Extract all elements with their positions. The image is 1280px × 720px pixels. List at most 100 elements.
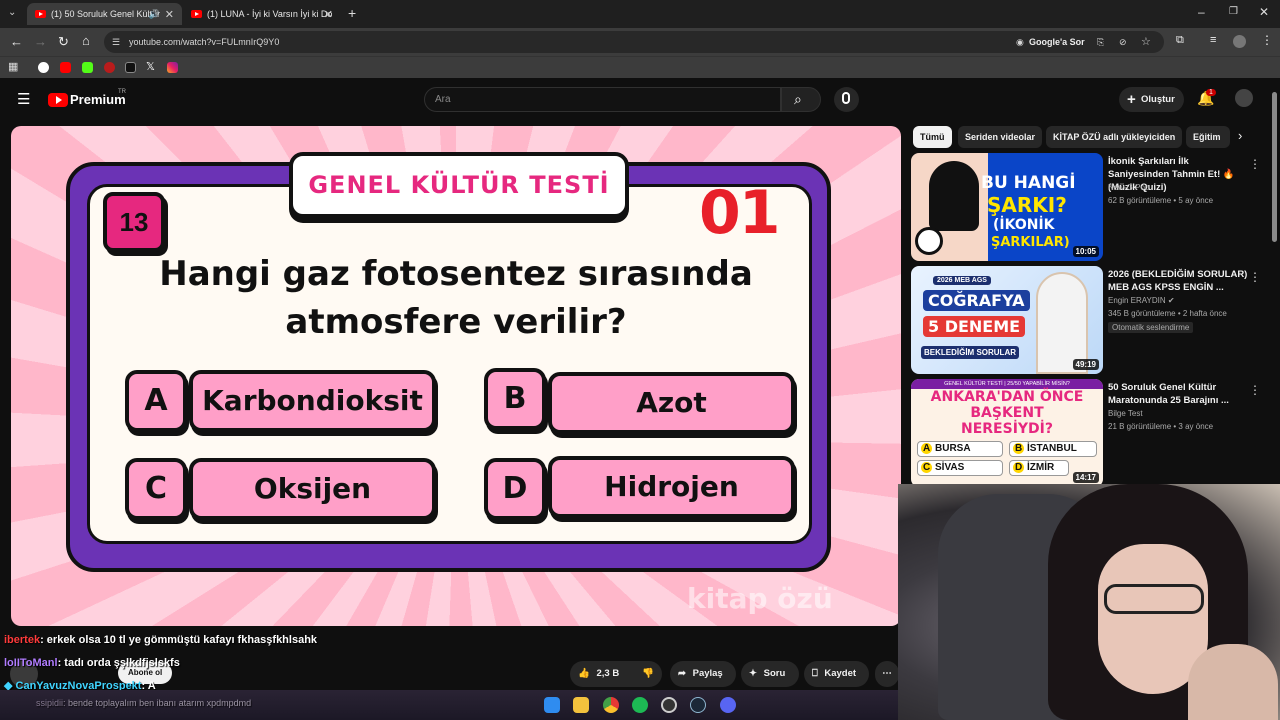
option-d-letter: D xyxy=(484,458,546,520)
recommendation-item[interactable]: GENEL KÜLTÜR TESTİ | 25/50 YAPABİLİR MİS… xyxy=(911,379,1261,487)
stopwatch-icon xyxy=(915,227,943,255)
address-bar-row: ← → ↻ ⌂ ☰ youtube.com/watch?v=FULmnIrQ9Y… xyxy=(0,28,1280,56)
google-bookmark-icon[interactable] xyxy=(38,62,49,73)
thumbnail-person xyxy=(929,161,979,231)
eye-off-icon[interactable]: ⊘ xyxy=(1119,31,1127,53)
site-info-icon[interactable]: ☰ xyxy=(112,31,120,53)
create-button[interactable]: + Oluştur xyxy=(1119,87,1184,112)
close-window-icon[interactable]: ✕ xyxy=(1259,5,1269,19)
url-field[interactable]: ☰ youtube.com/watch?v=FULmnIrQ9Y0 ◉ Goog… xyxy=(104,31,1164,53)
instagram-bookmark-icon[interactable] xyxy=(167,62,178,73)
tiktok-bookmark-icon[interactable] xyxy=(125,62,136,73)
thumbnail-text: GENEL KÜLTÜR TESTİ | 25/50 YAPABİLİR MİS… xyxy=(911,379,1103,389)
channel-name[interactable]: New-G Pop xyxy=(1108,183,1149,192)
video-title[interactable]: 50 Soruluk Genel Kültür Maratonunda 25 B… xyxy=(1108,381,1248,407)
chat-message: ssipidii: bende toplayalım ben ibanı ata… xyxy=(36,698,251,708)
speaker-icon[interactable]: 🔊 xyxy=(149,9,160,20)
back-icon[interactable]: ← xyxy=(10,34,23,49)
x-bookmark-icon[interactable]: 𝕏 xyxy=(146,60,155,73)
video-thumbnail[interactable]: 2026 MEB AGS COĞRAFYA 5 DENEME BEKLEDİĞİ… xyxy=(911,266,1103,374)
streamelements-bookmark-icon[interactable] xyxy=(104,62,115,73)
thumbnail-text: COĞRAFYA xyxy=(923,290,1030,311)
windows-start-icon[interactable] xyxy=(544,697,560,713)
url-text: youtube.com/watch?v=FULmnIrQ9Y0 xyxy=(129,37,280,47)
more-options-icon[interactable]: ⋮ xyxy=(1249,270,1261,284)
maximize-icon[interactable]: ❐ xyxy=(1229,6,1238,17)
video-player[interactable]: GENEL KÜLTÜR TESTİ 13 01 Hangi gaz fotos… xyxy=(11,126,901,626)
search-button[interactable]: ⌕ xyxy=(781,87,821,112)
browser-menu-icon[interactable]: ⋮ xyxy=(1261,33,1273,47)
forward-icon[interactable]: → xyxy=(34,34,47,49)
chip-series[interactable]: Seriden videolar xyxy=(958,126,1043,148)
account-avatar[interactable] xyxy=(1235,89,1253,107)
voice-search-button[interactable] xyxy=(834,87,859,112)
video-meta: 21 B görüntüleme • 3 ay önce xyxy=(1108,422,1214,431)
kick-bookmark-icon[interactable] xyxy=(82,62,93,73)
file-explorer-icon[interactable] xyxy=(573,697,589,713)
browser-tab-bar: ⌄ (1) 50 Soruluk Genel Kültür 🔊 ✕ (1) LU… xyxy=(0,0,1280,28)
video-title[interactable]: 2026 (BEKLEDİĞİM SORULAR) MEB AGS KPSS E… xyxy=(1108,268,1248,294)
youtube-favicon-icon xyxy=(35,10,46,18)
hamburger-menu-icon[interactable]: ☰ xyxy=(17,90,30,108)
video-thumbnail[interactable]: BU HANGİ ŞARKI? (İKONİK ŞARKILAR) 10:05 xyxy=(911,153,1103,261)
dislike-icon[interactable]: 👎 xyxy=(642,661,654,687)
youtube-favicon-icon xyxy=(191,10,202,18)
ask-label: Soru xyxy=(763,668,786,679)
google-ask-button[interactable]: Google'a Sor xyxy=(1029,31,1085,53)
close-tab-icon[interactable]: ✕ xyxy=(324,8,333,21)
video-thumbnail[interactable]: GENEL KÜLTÜR TESTİ | 25/50 YAPABİLİR MİS… xyxy=(911,379,1103,487)
channel-name[interactable]: Engin ERAYDIN ✔ xyxy=(1108,296,1175,305)
more-icon: ⋯ xyxy=(882,668,892,679)
chip-education[interactable]: Eğitim xyxy=(1186,126,1230,148)
thumbnail-text: BU HANGİ xyxy=(981,173,1076,193)
sparkle-icon: ✦ xyxy=(749,668,757,679)
ask-button[interactable]: ✦ Soru xyxy=(741,661,799,687)
more-options-icon[interactable]: ⋮ xyxy=(1249,157,1261,171)
youtube-bookmark-icon[interactable] xyxy=(60,62,71,73)
chrome-icon[interactable] xyxy=(603,697,619,713)
recommendation-item[interactable]: BU HANGİ ŞARKI? (İKONİK ŞARKILAR) 10:05 … xyxy=(911,153,1261,261)
duration-badge: 49:19 xyxy=(1072,359,1099,370)
chip-uploader[interactable]: KİTAP ÖZÜ adlı yükleyiciden xyxy=(1046,126,1183,148)
save-button[interactable]: ⎕ Kaydet xyxy=(804,661,869,687)
home-icon[interactable]: ⌂ xyxy=(82,33,90,48)
bookmark-star-icon[interactable]: ☆ xyxy=(1141,31,1151,53)
share-button[interactable]: ➦ Paylaş xyxy=(670,661,736,687)
extensions-icon[interactable]: ⧉ xyxy=(1176,34,1184,47)
apps-grid-icon[interactable]: ▦ xyxy=(8,60,18,73)
filter-chips: Tümü Seriden videolar KİTAP ÖZÜ adlı yük… xyxy=(910,126,1250,148)
spotify-icon[interactable] xyxy=(632,697,648,713)
close-tab-icon[interactable]: ✕ xyxy=(165,8,174,21)
tab-list-icon[interactable]: ⌄ xyxy=(8,7,16,18)
more-actions-button[interactable]: ⋯ xyxy=(875,661,899,687)
profile-avatar[interactable] xyxy=(1233,35,1246,48)
option-d-text: Hidrojen xyxy=(548,456,795,518)
steam-icon[interactable] xyxy=(690,697,706,713)
thumbnail-text: ŞARKI? xyxy=(987,193,1067,217)
chevron-right-icon[interactable]: › xyxy=(1238,128,1242,143)
tab-active[interactable]: (1) 50 Soruluk Genel Kültür 🔊 ✕ xyxy=(27,3,182,25)
install-icon[interactable]: ⎘ xyxy=(1097,31,1104,53)
chat-text: : bende toplayalım ben ibanı atarım xpdm… xyxy=(63,698,252,708)
webcam-overlay xyxy=(898,484,1280,720)
chat-message: ibertek: erkek olsa 10 tl ye gömmüştü ka… xyxy=(4,634,317,646)
save-label: Kaydet xyxy=(824,668,857,679)
answer-option: D İZMİR xyxy=(1009,460,1069,476)
minimize-icon[interactable]: – xyxy=(1198,5,1205,19)
tab-inactive[interactable]: (1) LUNA - İyi ki Varsın İyi ki Do ✕ xyxy=(183,3,341,25)
thumbnail-text: 5 DENEME xyxy=(923,316,1026,337)
more-options-icon[interactable]: ⋮ xyxy=(1249,383,1261,397)
recommendation-item[interactable]: 2026 MEB AGS COĞRAFYA 5 DENEME BEKLEDİĞİ… xyxy=(911,266,1261,374)
media-control-icon[interactable]: ≡ xyxy=(1210,34,1216,46)
page-scrollbar[interactable] xyxy=(1272,92,1277,242)
reload-icon[interactable]: ↻ xyxy=(58,34,69,50)
like-button[interactable]: 👍 2,3 B 👎 xyxy=(570,661,662,687)
new-tab-icon[interactable]: + xyxy=(348,5,356,21)
search-input[interactable]: Ara xyxy=(424,87,781,112)
chip-all[interactable]: Tümü xyxy=(913,126,952,148)
obs-icon[interactable] xyxy=(661,697,677,713)
option-c-text: Oksijen xyxy=(189,458,436,520)
channel-name[interactable]: Bilge Test xyxy=(1108,409,1143,418)
discord-icon[interactable] xyxy=(720,697,736,713)
chat-text: : tadı orda şşlkdfjslskfs xyxy=(57,657,180,669)
